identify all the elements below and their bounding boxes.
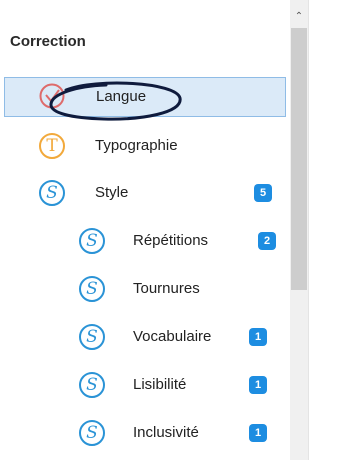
tree-item-repetitions[interactable]: S Répétitions 2 (0, 222, 290, 260)
count-badge: 2 (258, 232, 276, 250)
vertical-scrollbar[interactable]: ⌃ (290, 0, 308, 460)
scroll-up-arrow-icon[interactable]: ⌃ (290, 8, 308, 24)
count-badge: 5 (254, 184, 272, 202)
tree-item-tournures[interactable]: S Tournures (0, 270, 290, 308)
style-icon: S (79, 420, 105, 446)
spellcheck-icon (39, 83, 65, 114)
count-badge: 1 (249, 376, 267, 394)
tree-item-typographie[interactable]: T Typographie (0, 127, 290, 165)
tree-item-label: Inclusivité (133, 424, 199, 441)
tree-item-label: Vocabulaire (133, 328, 212, 345)
tree-item-vocabulaire[interactable]: S Vocabulaire 1 (0, 318, 290, 356)
tree-item-label: Style (95, 184, 129, 201)
tree-item-langue[interactable]: Langue (4, 77, 286, 117)
style-icon: S (79, 276, 105, 302)
typography-icon: T (39, 133, 65, 159)
tree-item-label: Lisibilité (133, 376, 187, 393)
tree-item-inclusivite[interactable]: S Inclusivité 1 (0, 414, 290, 452)
style-icon: S (79, 324, 105, 350)
tree-item-style[interactable]: S Style 5 (0, 174, 290, 212)
scrollbar-thumb[interactable] (291, 28, 307, 290)
count-badge: 1 (249, 328, 267, 346)
panel-divider (308, 0, 309, 460)
tree-item-label: Répétitions (133, 232, 209, 249)
style-icon: S (39, 180, 65, 206)
tree-item-lisibilite[interactable]: S Lisibilité 1 (0, 366, 290, 404)
count-badge: 1 (249, 424, 267, 442)
tree-item-label: Typographie (95, 137, 178, 154)
correction-panel: Correction Langue T Typographie S Style … (0, 0, 290, 460)
style-icon: S (79, 228, 105, 254)
panel-title: Correction (10, 33, 86, 50)
style-icon: S (79, 372, 105, 398)
tree-item-label: Tournures (133, 280, 200, 297)
tree-item-label: Langue (96, 88, 147, 105)
